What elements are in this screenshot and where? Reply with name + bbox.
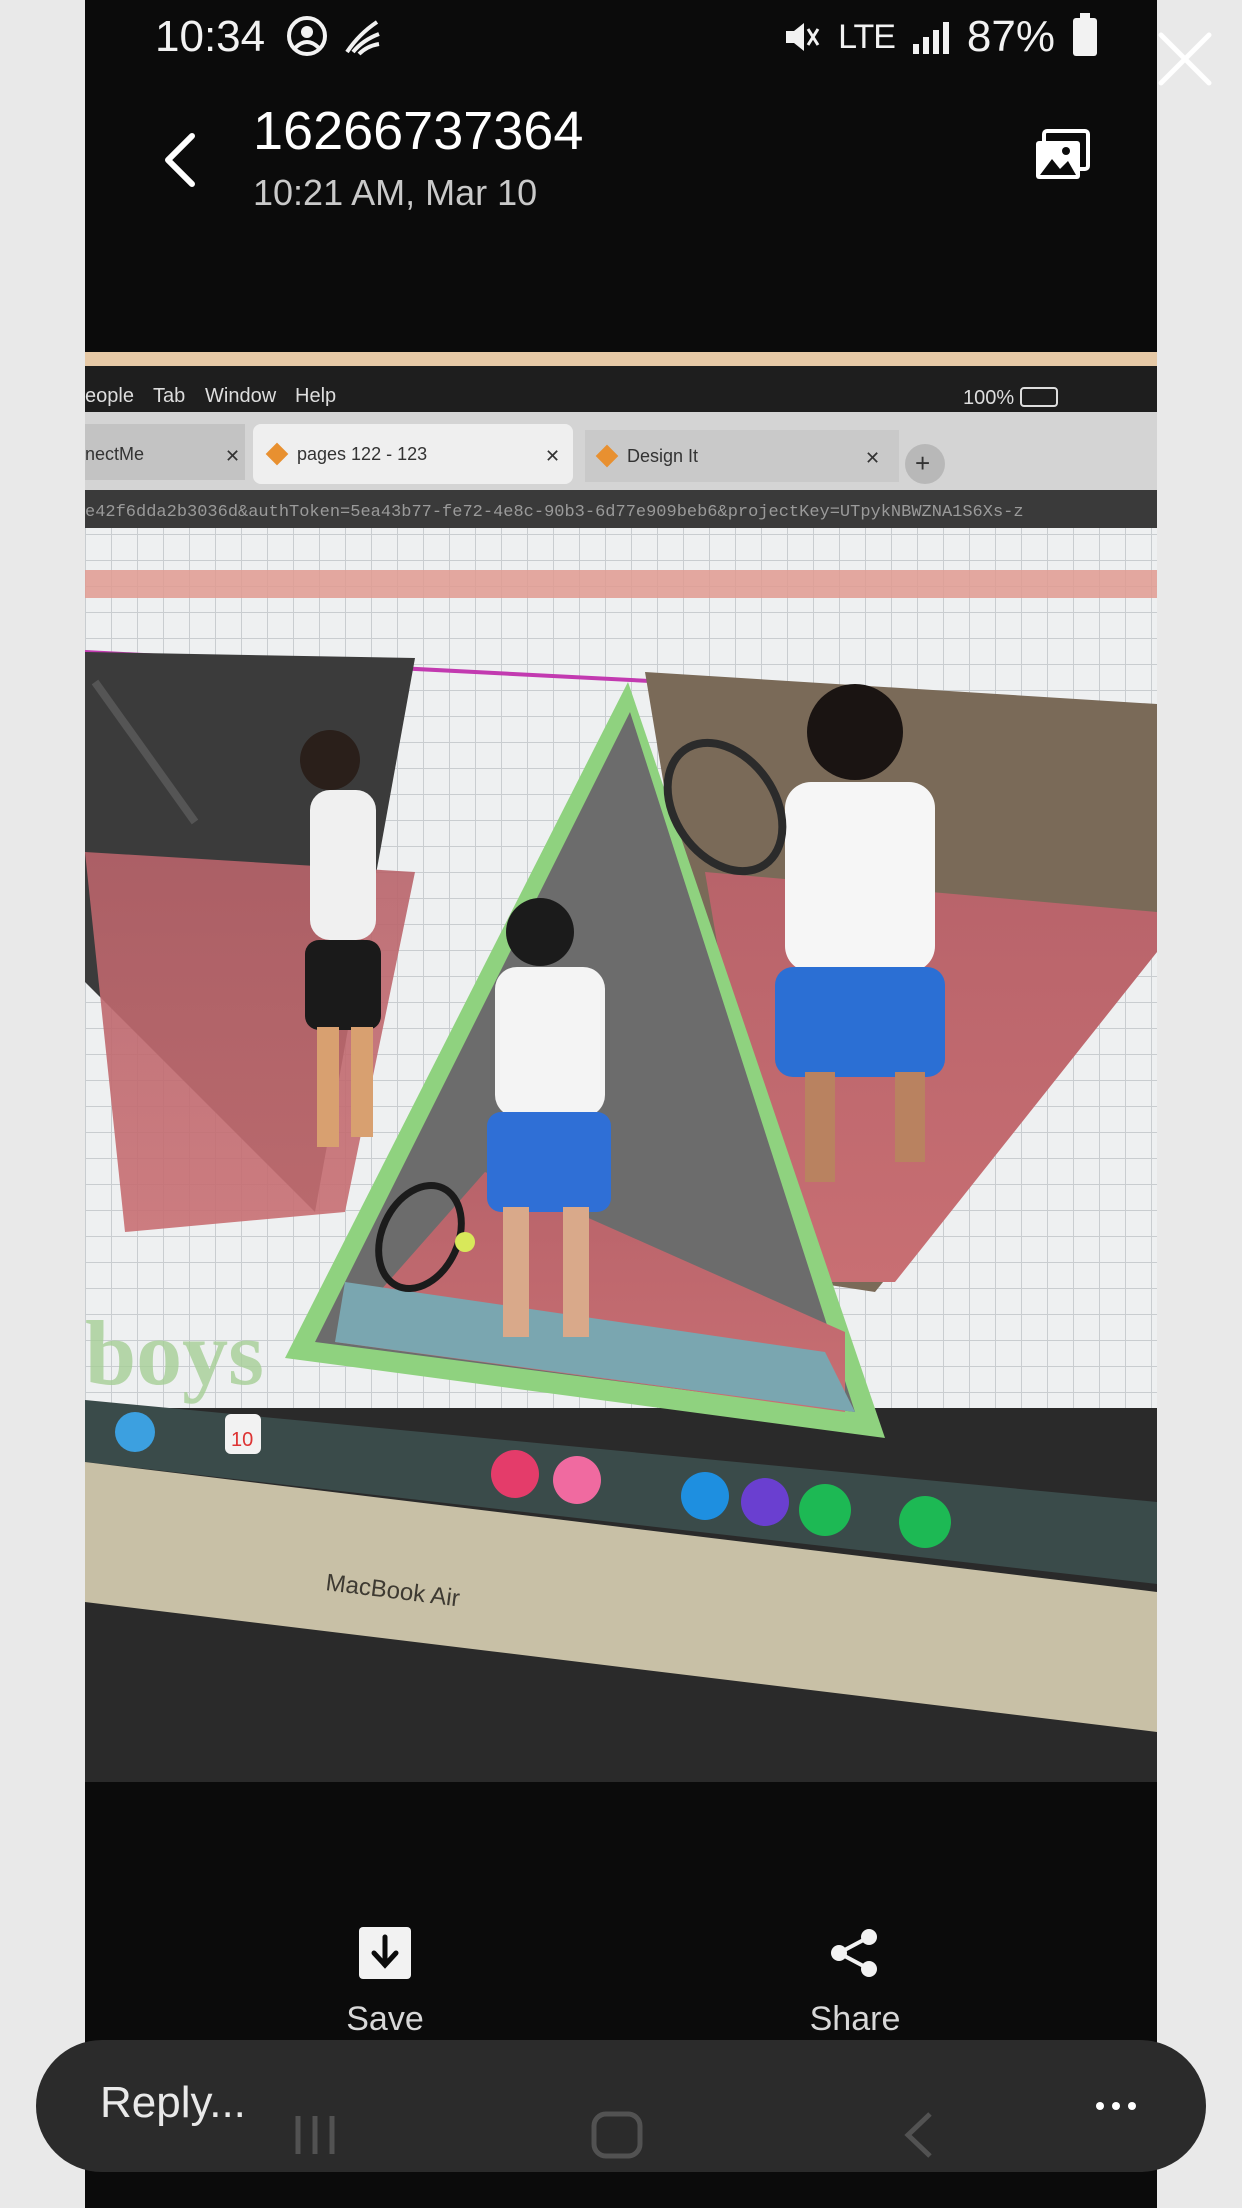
mac-menu-tab: Tab xyxy=(153,385,185,407)
recents-nav-icon[interactable] xyxy=(290,2110,340,2160)
save-button[interactable]: Save xyxy=(275,1918,495,2039)
header: 16266737364 10:21 AM, Mar 10 xyxy=(85,90,1157,240)
network-label: LTE xyxy=(838,17,896,56)
battery-percent: 87% xyxy=(966,12,1055,61)
layout-caption: boys xyxy=(85,1302,264,1404)
message-photo[interactable]: eople Tab Window Help 100% nectMe ✕ page… xyxy=(85,352,1157,1782)
mac-menu-people: eople xyxy=(85,385,134,407)
download-icon xyxy=(359,1927,411,1979)
carrier-icon xyxy=(341,14,385,63)
mute-icon xyxy=(786,23,820,51)
browser-tab-3: Design It xyxy=(627,446,698,466)
dock-calendar-day: 10 xyxy=(231,1429,253,1451)
message-timestamp: 10:21 AM, Mar 10 xyxy=(253,172,538,213)
mac-menu-help: Help xyxy=(295,385,336,407)
more-options-button[interactable] xyxy=(1086,2084,1146,2128)
browser-url: e42f6dda2b3036d&authToken=5ea43b77-fe72-… xyxy=(85,503,1024,522)
status-right: LTE 87% xyxy=(780,12,1097,62)
more-icon xyxy=(1096,2102,1104,2110)
status-time: 10:34 xyxy=(155,12,266,61)
reply-input[interactable]: Reply... xyxy=(100,2078,246,2128)
back-arrow-icon xyxy=(165,133,195,187)
gallery-button[interactable] xyxy=(1027,120,1097,190)
home-nav-icon[interactable] xyxy=(590,2110,644,2160)
svg-text:✕: ✕ xyxy=(225,446,240,466)
signal-icon xyxy=(912,20,949,54)
svg-text:✕: ✕ xyxy=(545,446,560,466)
share-button[interactable]: Share xyxy=(745,1918,965,2039)
mac-battery-label: 100% xyxy=(963,387,1014,409)
status-bar: 10:34 LTE 87% xyxy=(85,0,1157,80)
save-label: Save xyxy=(346,2000,424,2038)
browser-tab-2: pages 122 - 123 xyxy=(297,444,427,464)
sender-number: 16266737364 xyxy=(253,101,584,161)
svg-text:+: + xyxy=(915,448,930,478)
close-icon xyxy=(1158,32,1212,86)
gallery-icon xyxy=(1036,129,1090,179)
photo-content: eople Tab Window Help 100% nectMe ✕ page… xyxy=(85,352,1157,1782)
browser-tab-1: nectMe xyxy=(85,444,144,464)
share-icon xyxy=(831,1929,877,1977)
message-viewer: 10:34 LTE 87% 16266737364 10:21 AM, Mar … xyxy=(85,0,1157,2208)
mac-menu-window: Window xyxy=(205,385,277,407)
share-label: Share xyxy=(809,2000,901,2038)
battery-icon xyxy=(1073,13,1097,56)
close-button[interactable] xyxy=(1150,24,1220,94)
back-button[interactable] xyxy=(145,120,215,200)
back-nav-icon[interactable] xyxy=(900,2110,940,2160)
account-icon xyxy=(285,14,329,63)
svg-text:✕: ✕ xyxy=(865,448,880,468)
